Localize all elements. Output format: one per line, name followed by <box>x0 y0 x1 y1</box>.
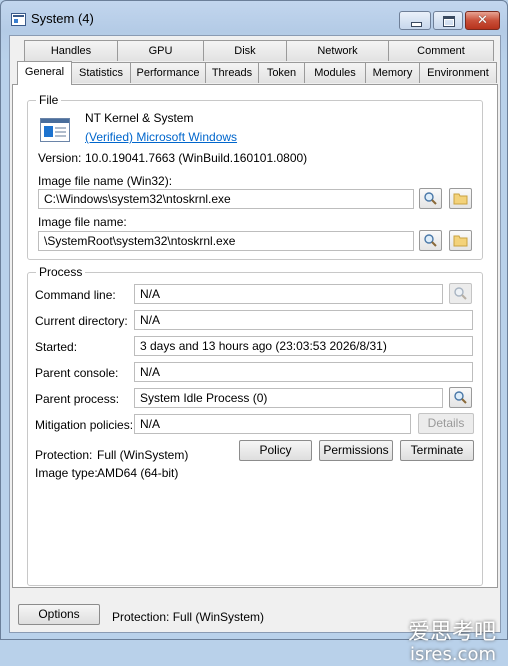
command-line-search-button[interactable] <box>449 283 472 304</box>
file-description: NT Kernel & System <box>85 111 194 125</box>
version-value: 10.0.19041.7663 (WinBuild.160101.0800) <box>85 151 308 165</box>
window-title: System (4) <box>31 11 94 26</box>
process-group-title: Process <box>36 265 86 279</box>
protection-label: Protection: <box>35 448 93 462</box>
tab-environment[interactable]: Environment <box>419 62 497 83</box>
image-win32-search-button[interactable] <box>419 188 442 209</box>
search-icon <box>454 287 467 300</box>
tab-gpu[interactable]: GPU <box>117 40 204 61</box>
image-native-field[interactable]: \SystemRoot\system32\ntoskrnl.exe <box>38 231 414 251</box>
maximize-button[interactable] <box>433 11 463 30</box>
parent-process-search-button[interactable] <box>449 387 472 408</box>
tab-handles[interactable]: Handles <box>24 40 118 61</box>
title-bar[interactable]: System (4) ✕ <box>1 1 507 35</box>
minimize-button[interactable] <box>399 11 431 30</box>
folder-icon <box>453 235 468 247</box>
image-native-search-button[interactable] <box>419 230 442 251</box>
general-tab-panel: File NT Kernel & System (Verified) Micro… <box>12 84 498 588</box>
process-group: Process Command line: N/A Current direct… <box>27 265 483 586</box>
tab-token[interactable]: Token <box>258 62 305 83</box>
tab-row-bottom: General Statistics Performance Threads T… <box>12 61 498 85</box>
protection-value: Full (WinSystem) <box>97 448 189 462</box>
footer-status: Protection: Full (WinSystem) <box>112 610 265 624</box>
tab-row-top: Handles GPU Disk Network Comment <box>12 40 498 61</box>
app-icon <box>11 13 26 26</box>
maximize-icon <box>443 16 455 27</box>
started-field[interactable]: 3 days and 13 hours ago (23:03:53 2026/8… <box>134 336 473 356</box>
search-icon <box>424 192 437 205</box>
policy-button[interactable]: Policy <box>239 440 312 461</box>
parent-process-field[interactable]: System Idle Process (0) <box>134 388 443 408</box>
parent-process-label: Parent process: <box>35 392 120 406</box>
image-type-value: AMD64 (64-bit) <box>97 466 179 480</box>
details-button[interactable]: Details <box>418 413 474 434</box>
folder-icon <box>453 193 468 205</box>
terminate-button[interactable]: Terminate <box>400 440 474 461</box>
footer-bar: Options Protection: Full (WinSystem) 爱思考… <box>10 588 500 665</box>
executable-icon <box>40 118 70 142</box>
tab-general[interactable]: General <box>17 61 72 85</box>
watermark: 爱思考吧 isres.com <box>408 622 496 666</box>
search-icon <box>454 391 467 404</box>
mitigation-field[interactable]: N/A <box>134 414 411 434</box>
process-properties-window: System (4) ✕ Handles GPU Disk Network Co… <box>0 0 508 665</box>
tab-disk[interactable]: Disk <box>203 40 287 61</box>
tab-threads[interactable]: Threads <box>205 62 259 83</box>
options-button[interactable]: Options <box>18 604 100 625</box>
current-directory-label: Current directory: <box>35 314 128 328</box>
image-native-folder-button[interactable] <box>449 230 472 251</box>
image-win32-field[interactable]: C:\Windows\system32\ntoskrnl.exe <box>38 189 414 209</box>
mitigation-label: Mitigation policies: <box>35 418 134 432</box>
version-label: Version: <box>38 151 82 165</box>
watermark-line2: isres.com <box>409 644 496 665</box>
started-label: Started: <box>35 340 78 354</box>
tab-modules[interactable]: Modules <box>304 62 366 83</box>
permissions-button[interactable]: Permissions <box>319 440 393 461</box>
command-line-field[interactable]: N/A <box>134 284 443 304</box>
search-icon <box>424 234 437 247</box>
tab-performance[interactable]: Performance <box>130 62 206 83</box>
watermark-line1: 爱思考吧 <box>407 620 496 645</box>
image-type-label: Image type: <box>35 466 98 480</box>
minimize-icon <box>411 22 422 27</box>
current-directory-field[interactable]: N/A <box>134 310 473 330</box>
company-link[interactable]: (Verified) Microsoft Windows <box>85 130 237 144</box>
command-line-label: Command line: <box>35 288 116 302</box>
client-area: Handles GPU Disk Network Comment General… <box>9 35 501 665</box>
close-button[interactable]: ✕ <box>465 11 500 30</box>
parent-console-label: Parent console: <box>35 366 119 380</box>
close-icon: ✕ <box>477 13 488 28</box>
file-group: File NT Kernel & System (Verified) Micro… <box>27 93 483 260</box>
tab-statistics[interactable]: Statistics <box>71 62 131 83</box>
image-win32-folder-button[interactable] <box>449 188 472 209</box>
tab-network[interactable]: Network <box>286 40 389 61</box>
image-native-label: Image file name: <box>38 215 127 229</box>
parent-console-field[interactable]: N/A <box>134 362 473 382</box>
file-group-title: File <box>36 93 62 107</box>
tab-memory[interactable]: Memory <box>365 62 420 83</box>
image-win32-label: Image file name (Win32): <box>38 174 173 188</box>
tab-comment[interactable]: Comment <box>388 40 494 61</box>
